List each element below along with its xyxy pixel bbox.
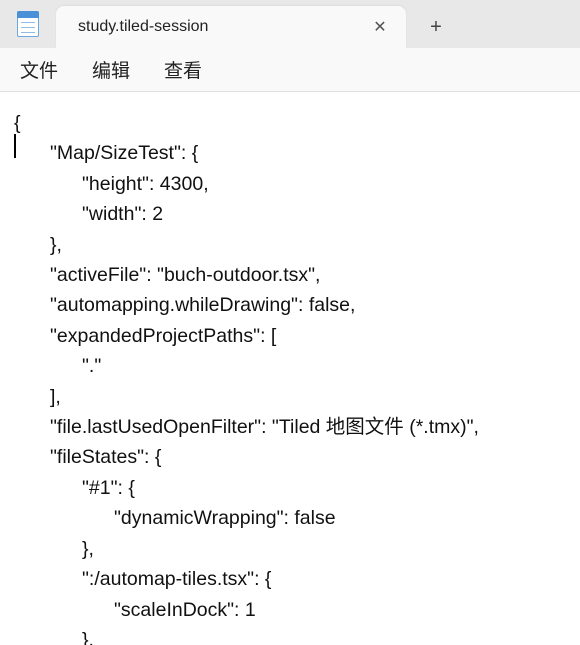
menu-file[interactable]: 文件 bbox=[14, 52, 64, 87]
code-line: "file.lastUsedOpenFilter": "Tiled 地图文件 (… bbox=[50, 416, 479, 438]
code-line: "#1": { bbox=[82, 477, 135, 499]
titlebar: study.tiled-session ✕ + bbox=[0, 0, 580, 48]
code-line: }, bbox=[50, 234, 62, 256]
text-cursor bbox=[14, 134, 16, 158]
close-icon[interactable]: ✕ bbox=[370, 17, 390, 37]
new-tab-button[interactable]: + bbox=[406, 6, 466, 48]
document-text: { "Map/SizeTest": { "height": 4300, "wid… bbox=[14, 108, 570, 645]
menu-edit[interactable]: 编辑 bbox=[86, 52, 136, 87]
code-line: ], bbox=[50, 386, 61, 408]
menubar: 文件 编辑 查看 bbox=[0, 48, 580, 92]
menu-view[interactable]: 查看 bbox=[158, 52, 208, 87]
editor-area[interactable]: { "Map/SizeTest": { "height": 4300, "wid… bbox=[0, 92, 580, 645]
code-line: "scaleInDock": 1 bbox=[114, 599, 256, 621]
code-line: "dynamicWrapping": false bbox=[114, 507, 336, 529]
code-line: "automapping.whileDrawing": false, bbox=[50, 294, 355, 316]
code-line: "width": 2 bbox=[82, 203, 163, 225]
tab-active[interactable]: study.tiled-session ✕ bbox=[56, 6, 406, 48]
code-line: "expandedProjectPaths": [ bbox=[50, 325, 276, 347]
code-line: ":/automap-tiles.tsx": { bbox=[82, 568, 271, 590]
app-icon-slot bbox=[0, 0, 56, 48]
code-line: "fileStates": { bbox=[50, 446, 161, 468]
code-line: "height": 4300, bbox=[82, 173, 209, 195]
tab-title: study.tiled-session bbox=[78, 18, 370, 36]
notepad-icon bbox=[17, 11, 39, 37]
plus-icon: + bbox=[430, 16, 442, 39]
code-line: "." bbox=[82, 355, 101, 377]
code-line: "Map/SizeTest": { bbox=[50, 142, 198, 164]
code-line: }, bbox=[82, 538, 94, 560]
code-line: { bbox=[14, 112, 21, 134]
code-line: "activeFile": "buch-outdoor.tsx", bbox=[50, 264, 320, 286]
code-line: }, bbox=[82, 629, 94, 645]
